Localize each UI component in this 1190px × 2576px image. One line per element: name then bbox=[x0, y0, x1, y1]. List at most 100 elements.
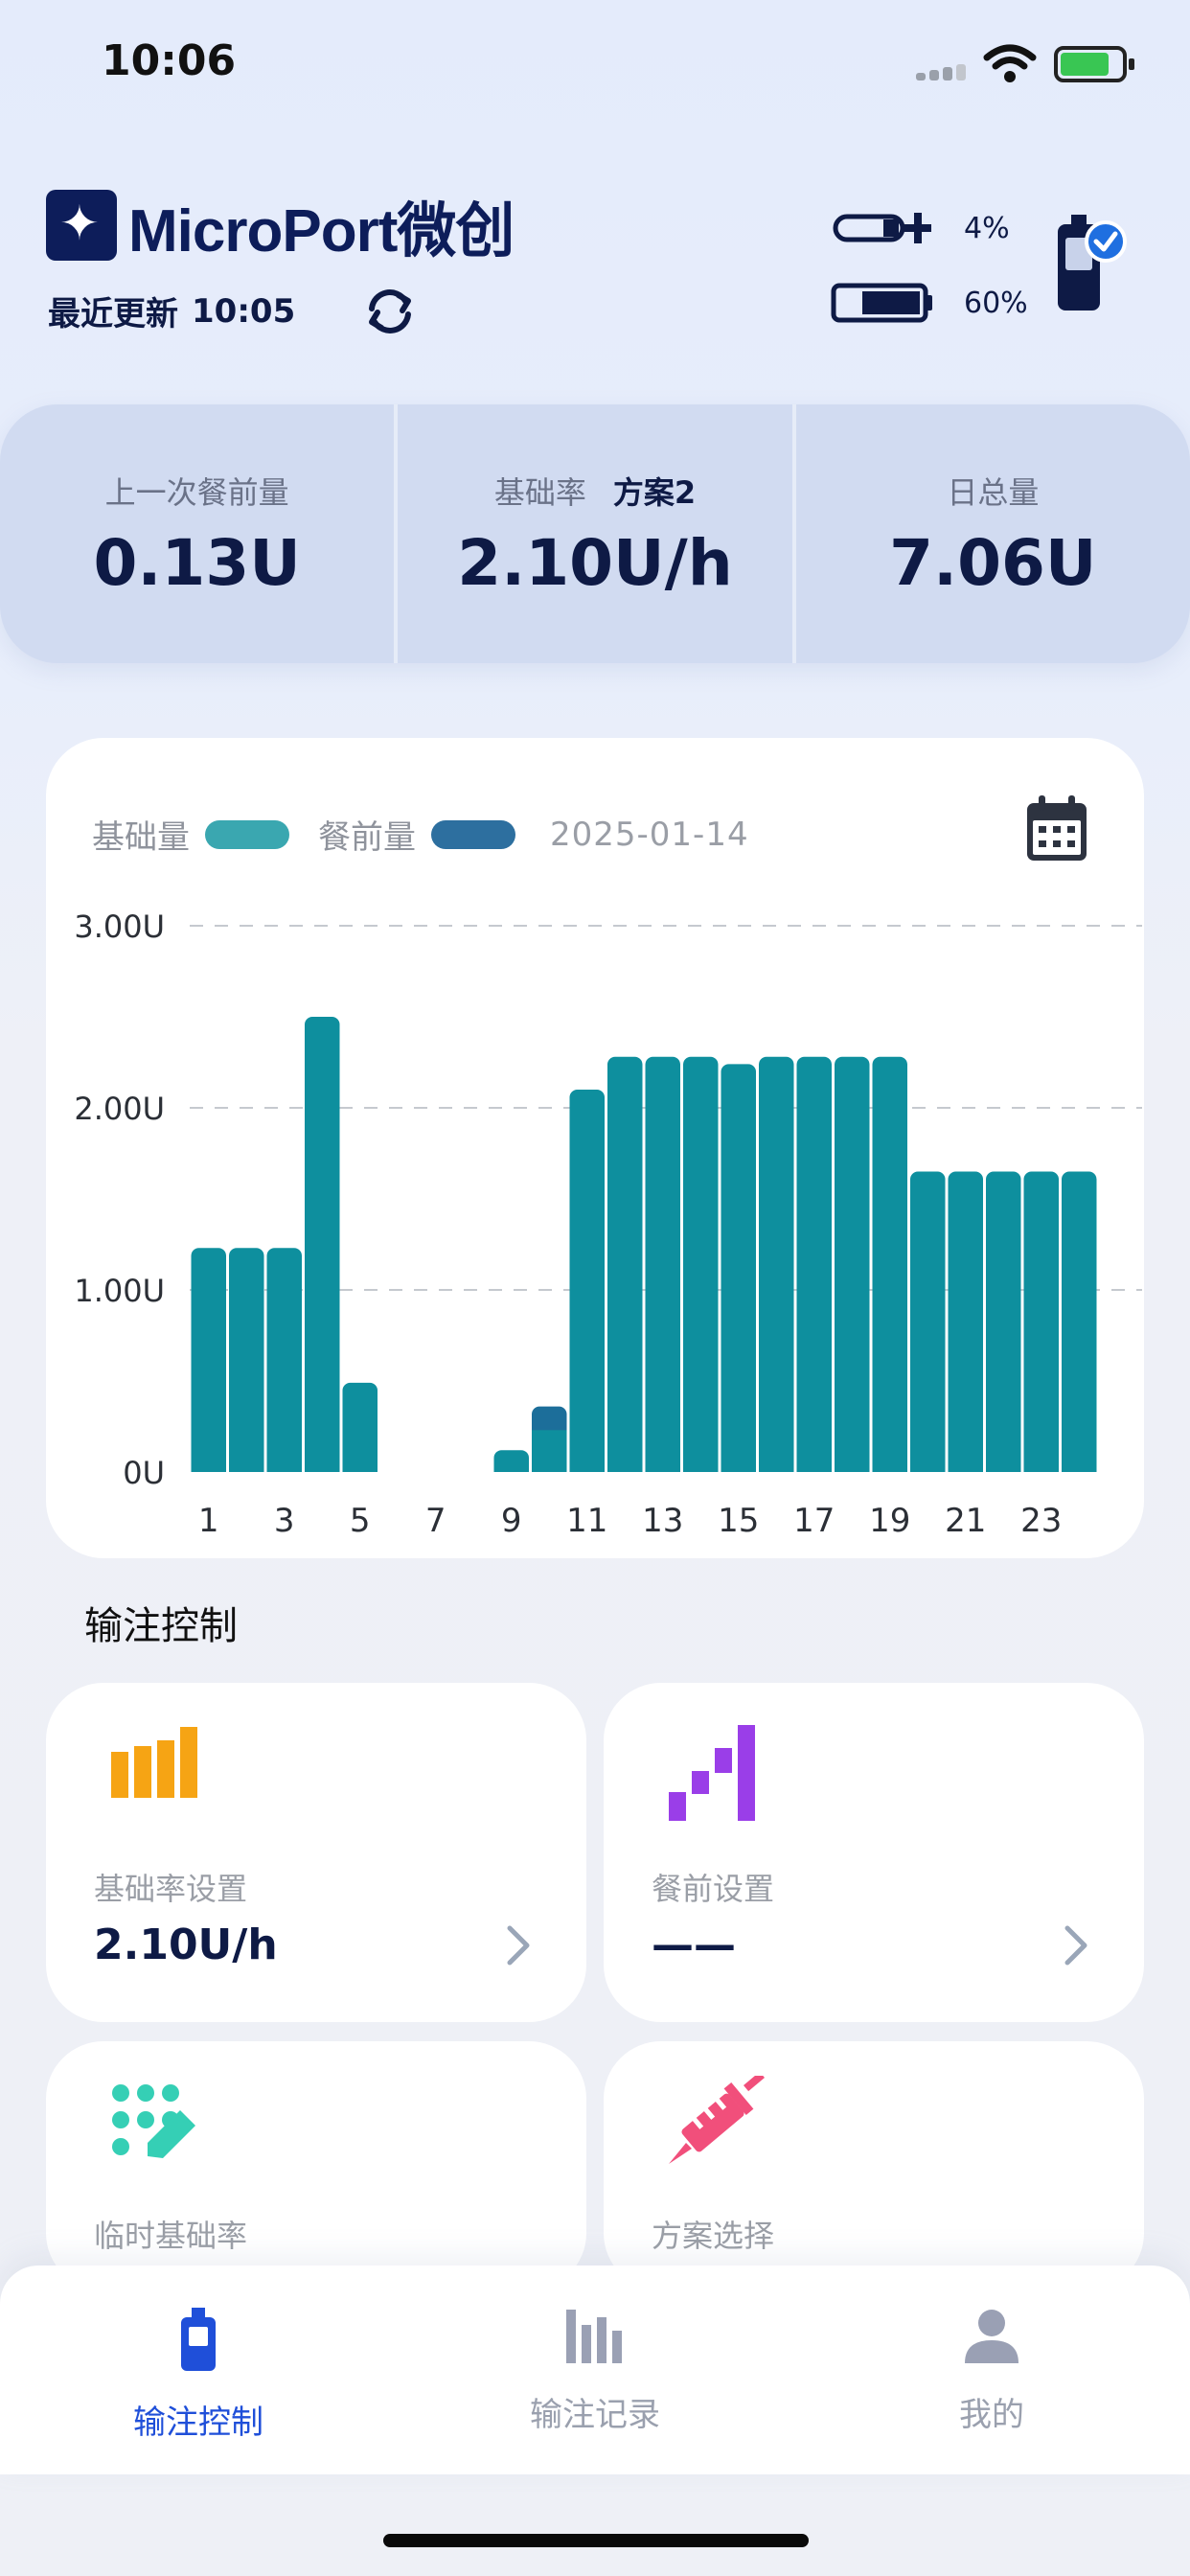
summary-daily-total: 日总量 7.06U bbox=[796, 404, 1190, 663]
basal-bar bbox=[1062, 1171, 1097, 1472]
last-update-label: 最近更新 bbox=[48, 295, 178, 334]
person-icon bbox=[965, 2310, 1018, 2363]
basal-bar bbox=[796, 1056, 832, 1472]
brand-name: MicroPort微创 bbox=[128, 198, 515, 264]
infusion-bar-chart: 3.00U2.00U1.00U0U1 3 5 7 9 11 13 15 17 19 21 23 bbox=[74, 908, 1142, 1540]
syringe-icon bbox=[669, 2076, 765, 2164]
x-tick-label: 3 bbox=[274, 1502, 295, 1540]
basal-bar bbox=[645, 1056, 680, 1472]
chevron-right-icon bbox=[507, 1925, 530, 1966]
x-tick-label: 15 bbox=[718, 1502, 759, 1540]
y-tick-label: 0U bbox=[123, 1455, 165, 1491]
basal-bar-base bbox=[229, 1462, 264, 1472]
y-tick-label: 3.00U bbox=[74, 908, 165, 945]
basal-rate-settings-card[interactable]: 基础率设置 2.10U/h bbox=[46, 1683, 586, 2022]
records-chart-icon bbox=[566, 2310, 622, 2363]
basal-bar-base bbox=[721, 1462, 756, 1472]
basal-bar bbox=[342, 1382, 378, 1472]
chevron-right-icon bbox=[1064, 1925, 1087, 1966]
basal-bar bbox=[266, 1248, 302, 1472]
x-tick-label: 5 bbox=[350, 1502, 371, 1540]
x-tick-label: 19 bbox=[869, 1502, 910, 1540]
basal-bar-base bbox=[645, 1462, 680, 1472]
bolus-settings-card[interactable]: 餐前设置 —— bbox=[604, 1683, 1144, 2022]
basal-bar bbox=[759, 1056, 794, 1472]
basal-bar bbox=[872, 1056, 907, 1472]
basal-bar-base bbox=[532, 1462, 567, 1472]
x-tick-label: 23 bbox=[1020, 1502, 1062, 1540]
pump-battery-icon bbox=[831, 283, 932, 323]
bottom-tab-bar: 输注控制 输注记录 我的 bbox=[0, 2266, 1190, 2474]
x-tick-label: 9 bbox=[501, 1502, 522, 1540]
basal-bar-base bbox=[607, 1462, 643, 1472]
tab-label: 我的 bbox=[959, 2396, 1024, 2434]
summary-label: 上一次餐前量 bbox=[104, 473, 289, 511]
bolus-steps-icon bbox=[669, 1725, 755, 1821]
x-tick-label: 17 bbox=[793, 1502, 835, 1540]
summary-last-bolus: 上一次餐前量 0.13U bbox=[0, 404, 399, 663]
basal-bar bbox=[305, 1017, 340, 1472]
basal-bar bbox=[910, 1171, 946, 1472]
basal-bar-base bbox=[948, 1462, 983, 1472]
basal-bar-base bbox=[1062, 1462, 1097, 1472]
basal-bar-base bbox=[569, 1462, 605, 1472]
basal-bar-base bbox=[191, 1462, 226, 1472]
card-label: 方案选择 bbox=[652, 2218, 775, 2254]
card-label: 餐前设置 bbox=[652, 1871, 775, 1907]
wifi-icon bbox=[983, 44, 1037, 82]
summary-label: 基础率 bbox=[493, 473, 586, 511]
status-time: 10:06 bbox=[102, 36, 237, 85]
basal-bar-base bbox=[835, 1462, 870, 1472]
basal-bar bbox=[229, 1248, 264, 1472]
tab-label: 输注控制 bbox=[133, 2404, 263, 2442]
y-tick-label: 1.00U bbox=[74, 1273, 165, 1309]
basal-bar bbox=[986, 1171, 1021, 1472]
reservoir-percent: 4% bbox=[964, 211, 1010, 245]
basal-bar bbox=[948, 1171, 983, 1472]
card-value: 2.10U/h bbox=[94, 1920, 278, 1969]
basal-bar-base bbox=[305, 1462, 340, 1472]
cellular-signal-icon bbox=[916, 63, 970, 80]
basal-bar bbox=[683, 1056, 719, 1472]
home-indicator bbox=[383, 2534, 809, 2547]
x-tick-label: 13 bbox=[642, 1502, 683, 1540]
x-tick-label: 1 bbox=[198, 1502, 219, 1540]
dose-summary: 上一次餐前量 0.13U 基础率 方案2 2.10U/h 日总量 7.06U bbox=[0, 404, 1190, 663]
y-tick-label: 2.00U bbox=[74, 1091, 165, 1127]
bar-steps-icon bbox=[111, 1727, 197, 1798]
last-update-time: 10:05 bbox=[192, 291, 296, 331]
x-tick-label: 21 bbox=[945, 1502, 986, 1540]
summary-label: 日总量 bbox=[947, 473, 1040, 511]
tab-infusion-records[interactable]: 输注记录 bbox=[397, 2266, 793, 2474]
microport-mark-icon bbox=[46, 190, 117, 261]
section-title: 输注控制 bbox=[84, 1604, 238, 1648]
tab-profile[interactable]: 我的 bbox=[793, 2266, 1190, 2474]
basal-bar-base bbox=[1023, 1462, 1059, 1472]
summary-basal-rate[interactable]: 基础率 方案2 2.10U/h bbox=[398, 404, 796, 663]
card-label: 临时基础率 bbox=[94, 2218, 248, 2254]
plan-selection-card[interactable]: 方案选择 bbox=[604, 2041, 1144, 2290]
x-tick-label: 11 bbox=[566, 1502, 607, 1540]
basal-bar-base bbox=[796, 1462, 832, 1472]
basal-bar-base bbox=[910, 1462, 946, 1472]
basal-bar-base bbox=[683, 1462, 719, 1472]
tab-label: 输注记录 bbox=[530, 2396, 660, 2434]
refresh-icon[interactable] bbox=[360, 282, 420, 341]
pump-connected-icon[interactable] bbox=[1050, 211, 1127, 316]
reservoir-syringe-icon bbox=[833, 213, 931, 243]
summary-value: 2.10U/h bbox=[457, 525, 733, 600]
basal-bar bbox=[607, 1056, 643, 1472]
basal-bar-base bbox=[342, 1462, 378, 1472]
basal-bar bbox=[191, 1248, 226, 1472]
infusion-chart-card: 基础量 餐前量 2025-01-14 3.00U 2.00U 1.00U 0U 1 3 5 7… bbox=[46, 738, 1144, 1558]
basal-bar bbox=[721, 1064, 756, 1472]
basal-bar-base bbox=[759, 1462, 794, 1472]
pump-battery-status: 60% bbox=[830, 280, 1028, 326]
summary-plan-name: 方案2 bbox=[612, 473, 697, 511]
temp-basal-card[interactable]: 临时基础率 bbox=[46, 2041, 586, 2290]
phone-battery-icon bbox=[1054, 46, 1134, 82]
basal-bar bbox=[835, 1056, 870, 1472]
basal-bar bbox=[569, 1090, 605, 1472]
basal-bar-base bbox=[986, 1462, 1021, 1472]
tab-infusion-control[interactable]: 输注控制 bbox=[0, 2266, 397, 2474]
